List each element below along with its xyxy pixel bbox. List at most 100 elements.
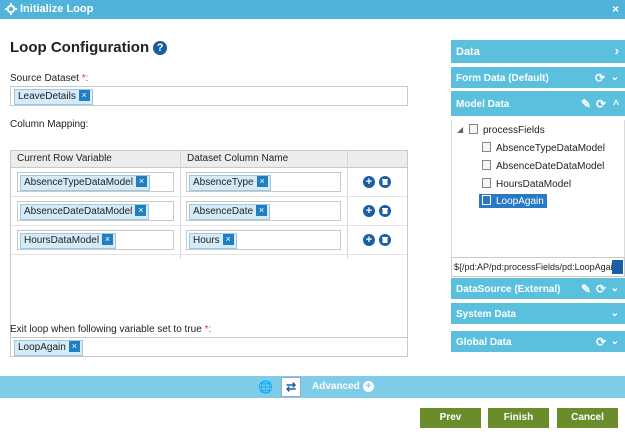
folder-icon	[469, 124, 478, 134]
required-marker: *:	[204, 324, 212, 335]
dataset-column-field[interactable]: AbsenceType ×	[186, 172, 341, 192]
column-tag-label: AbsenceType	[193, 177, 254, 188]
column-tag-label: AbsenceDate	[193, 206, 254, 217]
tree-node-root[interactable]: processFields	[469, 124, 545, 136]
data-panel-header[interactable]: Data ›	[451, 40, 625, 64]
delete-row-icon[interactable]	[379, 205, 391, 217]
model-data-tree: ◢ processFields AbsenceTypeDataModel Abs…	[451, 120, 625, 257]
footer-strip: 🌐 ⇄ Advanced +	[0, 376, 625, 398]
tree-node-label: processFields	[483, 125, 545, 136]
variable-tag-label: HoursDataModel	[24, 235, 100, 246]
delete-row-icon[interactable]	[379, 176, 391, 188]
remove-tag-icon[interactable]: ×	[102, 234, 114, 245]
model-data-label: Model Data	[456, 99, 510, 110]
tree-node[interactable]: HoursDataModel	[482, 178, 571, 190]
data-path-value: ${/pd:AP/pd:processFields/pd:LoopAgain}	[454, 262, 621, 272]
add-row-icon[interactable]: +	[363, 176, 375, 188]
edit-icon[interactable]: ✎	[581, 97, 591, 111]
form-data-section[interactable]: Form Data (Default) ⟳ ⌄	[451, 67, 625, 89]
chevron-down-icon[interactable]: ⌄	[611, 283, 619, 294]
system-data-label: System Data	[456, 309, 517, 320]
column-header-dataset-column-name: Dataset Column Name	[187, 153, 289, 164]
remove-tag-icon[interactable]: ×	[222, 234, 234, 245]
cancel-button[interactable]: Cancel	[557, 408, 618, 428]
remove-tag-icon[interactable]: ×	[256, 176, 268, 187]
exit-loop-tag: LoopAgain ×	[14, 340, 83, 356]
data-panel: Data › Form Data (Default) ⟳ ⌄ Model Dat…	[451, 19, 625, 376]
exit-loop-tag-label: LoopAgain	[18, 342, 66, 353]
gear-icon	[5, 3, 17, 15]
chevron-down-icon[interactable]: ⌄	[611, 72, 619, 83]
add-row-icon[interactable]: +	[363, 205, 375, 217]
close-icon[interactable]: ×	[612, 2, 619, 16]
variable-tag: HoursDataModel ×	[20, 233, 117, 249]
data-panel-title: Data	[456, 46, 480, 58]
column-tag-label: Hours	[193, 235, 220, 246]
current-row-variable-field[interactable]: AbsenceDateDataModel ×	[17, 201, 174, 221]
remove-tag-icon[interactable]: ×	[68, 341, 80, 352]
tree-node[interactable]: AbsenceDateDataModel	[482, 160, 604, 172]
copy-icon[interactable]	[612, 260, 623, 274]
column-tag: AbsenceDate ×	[189, 204, 271, 220]
source-dataset-tag-label: LeaveDetails	[18, 91, 76, 102]
chevron-up-icon[interactable]: ˄	[613, 98, 619, 109]
chevron-down-icon[interactable]: ⌄	[611, 336, 619, 347]
model-data-section[interactable]: Model Data ✎ ⟳ ˄	[451, 91, 625, 117]
global-data-section[interactable]: Global Data ⟳ ⌄	[451, 331, 625, 353]
finish-button[interactable]: Finish	[488, 408, 549, 428]
table-row: AbsenceTypeDataModel × AbsenceType × +	[11, 168, 407, 197]
chevron-down-icon[interactable]: ⌄	[611, 308, 619, 319]
tree-expand-icon[interactable]: ◢	[457, 125, 463, 134]
refresh-icon[interactable]: ⟳	[596, 97, 606, 111]
delete-row-icon[interactable]	[379, 234, 391, 246]
tree-node-label: AbsenceDateDataModel	[496, 161, 605, 172]
add-row-icon[interactable]: +	[363, 234, 375, 246]
exit-loop-variable-field[interactable]: LoopAgain ×	[10, 337, 408, 357]
current-row-variable-field[interactable]: HoursDataModel ×	[17, 230, 174, 250]
table-row: HoursDataModel × Hours × +	[11, 226, 407, 255]
refresh-icon[interactable]: ⟳	[596, 335, 606, 349]
advanced-toggle[interactable]: Advanced +	[312, 381, 374, 392]
tree-node-label: AbsenceTypeDataModel	[496, 143, 605, 154]
table-row: AbsenceDateDataModel × AbsenceDate × +	[11, 197, 407, 226]
remove-tag-icon[interactable]: ×	[78, 90, 90, 101]
tree-node-selected[interactable]: LoopAgain	[479, 194, 547, 208]
refresh-icon[interactable]: ⟳	[595, 71, 605, 85]
dataset-column-field[interactable]: AbsenceDate ×	[186, 201, 341, 221]
global-data-label: Global Data	[456, 337, 512, 348]
column-mapping-label: Column Mapping:	[10, 119, 89, 130]
column-tag: AbsenceType ×	[189, 175, 271, 191]
action-bar: Prev Finish Cancel	[0, 398, 625, 436]
field-icon	[482, 160, 491, 170]
page-title-text: Loop Configuration	[10, 39, 150, 56]
datasource-section[interactable]: DataSource (External) ✎ ⟳ ⌄	[451, 278, 625, 300]
chevron-right-icon[interactable]: ›	[615, 43, 619, 58]
exit-loop-label-text: Exit loop when following variable set to…	[10, 324, 202, 335]
dataset-column-field[interactable]: Hours ×	[186, 230, 341, 250]
tree-node-label: LoopAgain	[496, 196, 544, 207]
source-dataset-field[interactable]: LeaveDetails ×	[10, 86, 408, 106]
globe-icon[interactable]: 🌐	[258, 380, 273, 394]
loop-icon[interactable]: ⇄	[281, 377, 301, 397]
advanced-label: Advanced	[312, 381, 360, 392]
tree-node-label: HoursDataModel	[496, 179, 572, 190]
tree-node[interactable]: AbsenceTypeDataModel	[482, 142, 605, 154]
page-title: Loop Configuration?	[10, 39, 168, 56]
remove-tag-icon[interactable]: ×	[135, 205, 147, 216]
help-icon[interactable]: ?	[153, 41, 168, 55]
current-row-variable-field[interactable]: AbsenceTypeDataModel ×	[17, 172, 174, 192]
plus-icon: +	[362, 381, 374, 392]
prev-button[interactable]: Prev	[420, 408, 481, 428]
required-marker: *:	[81, 73, 89, 84]
remove-tag-icon[interactable]: ×	[135, 176, 147, 187]
title-bar: Initialize Loop ×	[0, 0, 625, 19]
variable-tag-label: AbsenceDateDataModel	[24, 206, 133, 217]
variable-tag-label: AbsenceTypeDataModel	[24, 177, 133, 188]
remove-tag-icon[interactable]: ×	[256, 205, 268, 216]
field-icon	[482, 142, 491, 152]
column-header-current-row-variable: Current Row Variable	[17, 153, 112, 164]
refresh-icon[interactable]: ⟳	[596, 282, 606, 296]
system-data-section[interactable]: System Data ⌄	[451, 303, 625, 325]
edit-icon[interactable]: ✎	[581, 282, 591, 296]
data-path-field[interactable]: ${/pd:AP/pd:processFields/pd:LoopAgain}	[451, 257, 625, 277]
